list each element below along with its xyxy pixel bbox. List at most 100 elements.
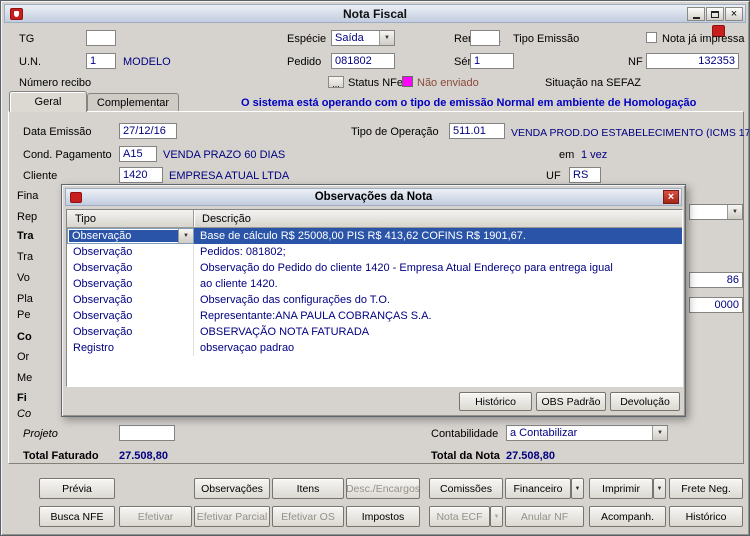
pedido-field[interactable]: 081802 xyxy=(331,53,395,69)
frete-neg-button[interactable]: Frete Neg. xyxy=(669,478,743,499)
origem-label-truncated: Or xyxy=(17,351,30,363)
data-emissao-field[interactable]: 27/12/16 xyxy=(119,123,177,139)
tipo-operacao-field[interactable]: 511.01 xyxy=(449,123,505,139)
observacoes-da-nota-dialog: Observações da Nota × Tipo Descrição Obs… xyxy=(61,184,686,417)
close-button[interactable]: × xyxy=(725,7,743,21)
contabilidade-value: a Contabilizar xyxy=(510,427,578,439)
minimize-icon xyxy=(692,16,700,19)
chevron-down-icon[interactable]: ▼ xyxy=(652,426,667,440)
em-label: em xyxy=(559,149,575,161)
efetivar-button: Efetivar xyxy=(119,506,192,527)
observation-desc: observaçao padrao xyxy=(200,342,295,354)
financeiro-button[interactable]: Financeiro xyxy=(505,478,571,499)
close-icon: × xyxy=(667,191,675,203)
chevron-down-icon[interactable]: ▼ xyxy=(178,229,193,243)
total-da-nota-value: 27.508,80 xyxy=(506,450,555,462)
observacoes-button[interactable]: Observações xyxy=(194,478,270,499)
observation-tipo: Observação xyxy=(67,324,194,340)
tipo-select-value: Observação xyxy=(69,230,178,242)
observations-table: Tipo Descrição Observação ▼ Base de cálc… xyxy=(66,209,683,387)
window-controls: × xyxy=(687,7,743,21)
pedido-label: Pedido xyxy=(287,56,322,68)
tab-geral[interactable]: Geral xyxy=(9,91,87,112)
previa-button[interactable]: Prévia xyxy=(39,478,115,499)
cond-pagamento-field[interactable]: A15 xyxy=(119,146,157,162)
financeiro-group-label-truncated: Fi xyxy=(17,392,27,404)
cobranca-group-label-truncated: Co xyxy=(17,331,32,343)
chevron-down-icon[interactable]: ▼ xyxy=(379,31,394,45)
observation-desc: Base de cálculo R$ 25008,00 PIS R$ 413,6… xyxy=(194,228,682,244)
projeto-field[interactable] xyxy=(119,425,175,441)
observation-row[interactable]: Observação Observação do Pedido do clien… xyxy=(67,260,682,276)
ellipsis-button[interactable]: ... xyxy=(328,76,344,89)
observation-row[interactable]: Observação Pedidos: 081802; xyxy=(67,244,682,260)
chevron-down-icon[interactable]: ▼ xyxy=(727,205,742,219)
observation-desc: Observação das configurações do T.O. xyxy=(200,294,390,306)
observations-table-header: Tipo Descrição xyxy=(67,210,682,228)
itens-button[interactable]: Itens xyxy=(272,478,344,499)
un-label: U.N. xyxy=(19,56,41,68)
total-faturado-label: Total Faturado xyxy=(23,450,99,462)
dialog-close-button[interactable]: × xyxy=(663,190,679,204)
observation-row[interactable]: Registro observaçao padrao xyxy=(67,340,682,356)
chevron-down-icon: ▼ xyxy=(574,485,581,492)
maximize-icon xyxy=(711,10,719,18)
right-field-stub-2[interactable]: 0000 xyxy=(689,297,743,313)
financeiro-dropdown-button[interactable]: ▼ xyxy=(571,478,584,499)
imprimir-dropdown-button[interactable]: ▼ xyxy=(653,478,666,499)
finalidade-label-truncated: Fina xyxy=(17,190,39,202)
col-header-descricao[interactable]: Descrição xyxy=(194,210,251,227)
dialog-devolucao-button[interactable]: Devolução xyxy=(610,392,680,411)
chevron-down-icon: ▼ xyxy=(493,513,500,520)
maximize-button[interactable] xyxy=(706,7,724,21)
tg-field[interactable] xyxy=(86,30,116,46)
right-combo-stub[interactable]: ▼ xyxy=(689,204,743,220)
impostos-button[interactable]: Impostos xyxy=(346,506,420,527)
observation-tipo: Observação xyxy=(67,276,194,292)
tipo-select[interactable]: Observação ▼ xyxy=(67,228,194,244)
busca-nfe-button[interactable]: Busca NFE xyxy=(39,506,115,527)
remessa-field[interactable] xyxy=(470,30,500,46)
contrato-label-truncated: Co xyxy=(17,408,32,420)
observation-row[interactable]: Observação OBSERVAÇÃO NOTA FATURADA xyxy=(67,324,682,340)
col-header-tipo[interactable]: Tipo xyxy=(67,210,194,227)
status-nfe-label: Status NFe xyxy=(348,77,404,89)
nota-ja-impressa-checkbox[interactable] xyxy=(646,32,657,43)
serie-field[interactable]: 1 xyxy=(470,53,514,69)
observation-row[interactable]: Observação Observação das configurações … xyxy=(67,292,682,308)
numero-recibo-label: Número recibo xyxy=(19,77,92,89)
historico-button[interactable]: Histórico xyxy=(669,506,743,527)
imprimir-button[interactable]: Imprimir xyxy=(589,478,653,499)
acompanh-button[interactable]: Acompanh. xyxy=(589,506,666,527)
observation-row[interactable]: Observação ao cliente 1420. xyxy=(67,276,682,292)
nota-ecf-dropdown-button: ▼ xyxy=(490,506,503,527)
dialog-historico-button[interactable]: Histórico xyxy=(459,392,532,411)
dialog-obs-padrao-button[interactable]: OBS Padrão xyxy=(536,392,606,411)
observation-row[interactable]: Observação Representante:ANA PAULA COBRA… xyxy=(67,308,682,324)
observation-desc: Observação do Pedido do cliente 1420 - E… xyxy=(200,262,613,274)
tipo-operacao-desc: VENDA PROD.DO ESTABELECIMENTO (ICMS 17%) xyxy=(511,127,750,139)
efetivar-os-button: Efetivar OS xyxy=(272,506,344,527)
transporte-group-label-truncated: Tra xyxy=(17,230,34,242)
contabilidade-select[interactable]: a Contabilizar ▼ xyxy=(506,425,668,441)
right-field-stub-1[interactable]: 86 xyxy=(689,272,743,288)
tipo-operacao-label: Tipo de Operação xyxy=(351,126,439,138)
environment-message: O sistema está operando com o tipo de em… xyxy=(241,97,697,109)
cliente-desc: EMPRESA ATUAL LTDA xyxy=(169,170,290,182)
peso-label-truncated: Pe xyxy=(17,309,31,321)
comissoes-button[interactable]: Comissões xyxy=(429,478,503,499)
cliente-field[interactable]: 1420 xyxy=(119,167,163,183)
situacao-sefaz-label: Situação na SEFAZ xyxy=(545,77,641,89)
titlebar: Nota Fiscal × xyxy=(4,4,746,23)
especie-label: Espécie xyxy=(287,33,327,45)
nf-field[interactable]: 132353 xyxy=(646,53,739,69)
uf-field[interactable]: RS xyxy=(569,167,601,183)
tab-complementar[interactable]: Complementar xyxy=(87,93,179,112)
un-field[interactable]: 1 xyxy=(86,53,116,69)
observation-row-selected[interactable]: Observação ▼ Base de cálculo R$ 25008,00… xyxy=(67,228,682,244)
observation-tipo: Observação xyxy=(67,292,194,308)
minimize-button[interactable] xyxy=(687,7,705,21)
especie-select[interactable]: Saída ▼ xyxy=(331,30,395,46)
observation-tipo: Observação xyxy=(67,260,194,276)
cliente-label: Cliente xyxy=(23,170,58,182)
